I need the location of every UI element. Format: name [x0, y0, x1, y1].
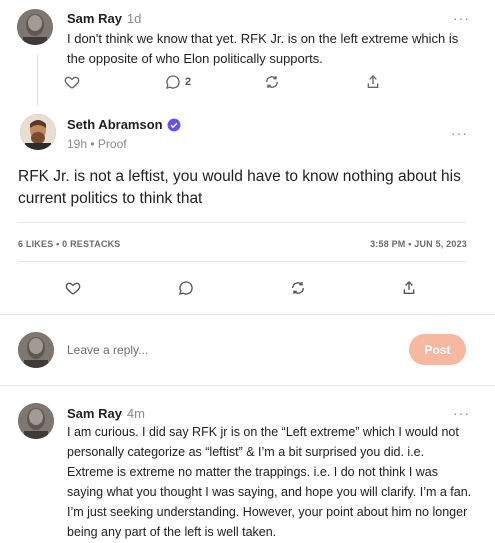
author-name[interactable]: Sam Ray — [67, 11, 122, 26]
divider — [0, 385, 495, 386]
post-meta: 19h • Proof — [67, 137, 127, 151]
avatar[interactable] — [18, 403, 54, 439]
post-timestamp: 3:58 PM • JUN 5, 2023 — [370, 239, 467, 249]
comment-time: 1d — [126, 11, 142, 26]
verified-badge-icon — [167, 118, 181, 131]
more-options-icon[interactable]: ··· — [451, 126, 468, 140]
avatar[interactable] — [17, 9, 53, 45]
post-text: RFK Jr. is not a leftist, you would have… — [18, 168, 461, 207]
avatar[interactable] — [20, 114, 56, 150]
share-icon[interactable] — [401, 280, 417, 296]
heart-icon[interactable] — [65, 280, 81, 296]
divider — [18, 261, 466, 262]
more-options-icon[interactable]: ··· — [453, 11, 470, 25]
divider — [0, 314, 495, 315]
restack-icon[interactable] — [290, 280, 306, 296]
comment-time: 4m — [126, 406, 145, 421]
comment-text: I am curious. I did say RFK jr is on the… — [67, 425, 472, 539]
reply-input[interactable]: Leave a reply... — [67, 343, 148, 357]
comment-icon[interactable] — [165, 74, 181, 90]
post-author[interactable]: Seth Abramson — [67, 117, 181, 132]
restack-icon[interactable] — [264, 74, 280, 90]
more-options-icon[interactable]: ··· — [453, 406, 470, 420]
post-stats[interactable]: 6 LIKES • 0 RESTACKS — [18, 239, 121, 249]
post-button[interactable]: Post — [409, 334, 466, 365]
comment-icon[interactable] — [178, 280, 194, 296]
author-name[interactable]: Seth Abramson — [67, 117, 163, 132]
share-icon[interactable] — [365, 74, 381, 90]
comment-text: I don't think we know that yet. RFK Jr. … — [67, 31, 459, 66]
author-name[interactable]: Sam Ray — [67, 406, 122, 421]
comment-author[interactable]: Sam Ray 4m — [67, 406, 145, 421]
divider — [18, 222, 466, 223]
thread-line — [37, 54, 38, 106]
heart-icon[interactable] — [64, 74, 80, 90]
reply-count: 2 — [185, 76, 192, 88]
avatar — [18, 332, 54, 368]
comment-author[interactable]: Sam Ray 1d — [67, 11, 141, 26]
